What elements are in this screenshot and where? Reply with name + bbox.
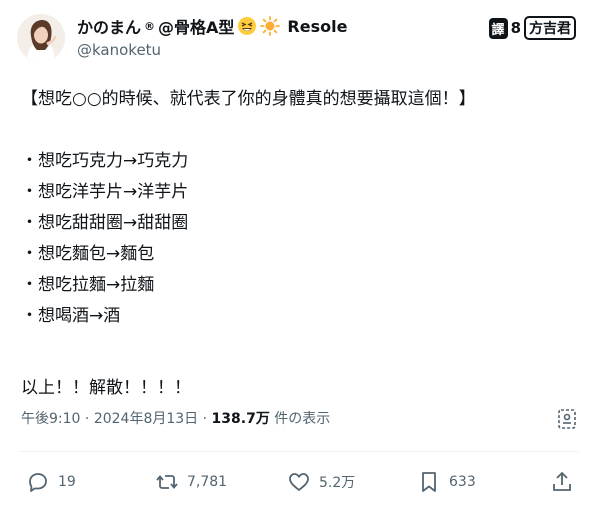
registered-mark: ® bbox=[144, 19, 156, 33]
list-item: ・想吃甜甜圈→甜甜圈 bbox=[21, 213, 189, 233]
share-icon bbox=[553, 471, 571, 491]
sun-icon bbox=[260, 16, 281, 36]
repost-icon bbox=[156, 475, 178, 489]
author-handle[interactable]: @kanoketu bbox=[77, 41, 161, 59]
author-name-text: かのまん bbox=[77, 18, 142, 37]
author-name-suffix: @骨格A型 bbox=[158, 18, 235, 37]
tweet-title-line: 【想吃○○的時候、就代表了你的身體真的想要攝取這個！】 bbox=[21, 89, 476, 109]
watermark-separator: 8 bbox=[510, 19, 521, 37]
meta-separator: · bbox=[84, 411, 90, 427]
reply-button[interactable]: 19 bbox=[26, 470, 76, 494]
post-analytics-icon[interactable] bbox=[556, 408, 578, 430]
list-item: ・想吃巧克力→巧克力 bbox=[21, 151, 189, 171]
views-count: 138.7万 bbox=[211, 411, 270, 427]
author-brand: Resole bbox=[287, 16, 348, 36]
list-item: ・想吃拉麵→拉麵 bbox=[21, 275, 155, 295]
bookmark-icon bbox=[422, 472, 436, 492]
avatar[interactable] bbox=[17, 14, 65, 62]
list-item: ・想吃麵包→麵包 bbox=[21, 244, 155, 264]
tweet-text: 【想吃○○的時候、就代表了你的身體真的想要攝取這個！】 ・想吃巧克力→巧克力 ・… bbox=[21, 84, 581, 404]
tweet-actions: 19 7,781 5.2万 633 bbox=[0, 470, 598, 498]
like-button[interactable]: 5.2万 bbox=[287, 470, 355, 494]
watermark-badge: 譯 bbox=[488, 17, 508, 39]
translator-watermark: 譯 8 方吉君 bbox=[488, 16, 576, 40]
list-item: ・想吃洋芋片→洋芋片 bbox=[21, 182, 189, 202]
bookmark-count: 633 bbox=[449, 474, 476, 490]
repost-count: 7,781 bbox=[187, 474, 228, 490]
share-button[interactable] bbox=[550, 470, 574, 494]
tweet-meta: 午後9:10 · 2024年8月13日 · 138.7万 件の表示 bbox=[21, 408, 330, 428]
author-display-name[interactable]: かのまん ® @骨格A型 Resole bbox=[77, 14, 347, 38]
divider bbox=[19, 451, 579, 452]
reply-count: 19 bbox=[58, 474, 76, 490]
tweet-card: かのまん ® @骨格A型 Resole @kanoketu 譯 8 方吉君 【想… bbox=[0, 0, 598, 512]
heart-icon bbox=[289, 473, 309, 491]
watermark-name: 方吉君 bbox=[524, 16, 576, 40]
meta-separator: · bbox=[202, 411, 208, 427]
bookmark-button[interactable]: 633 bbox=[417, 470, 476, 494]
grinning-squinting-face-icon bbox=[238, 17, 257, 35]
like-count: 5.2万 bbox=[319, 475, 356, 491]
tweet-closing-line: 以上！！解散！！！！ bbox=[21, 378, 191, 398]
list-item: ・想喝酒→酒 bbox=[21, 306, 121, 326]
reply-icon bbox=[29, 473, 47, 492]
views-label: 件の表示 bbox=[274, 411, 331, 427]
post-time[interactable]: 午後9:10 bbox=[21, 411, 80, 427]
post-date[interactable]: 2024年8月13日 bbox=[94, 411, 198, 427]
repost-button[interactable]: 7,781 bbox=[155, 470, 227, 494]
